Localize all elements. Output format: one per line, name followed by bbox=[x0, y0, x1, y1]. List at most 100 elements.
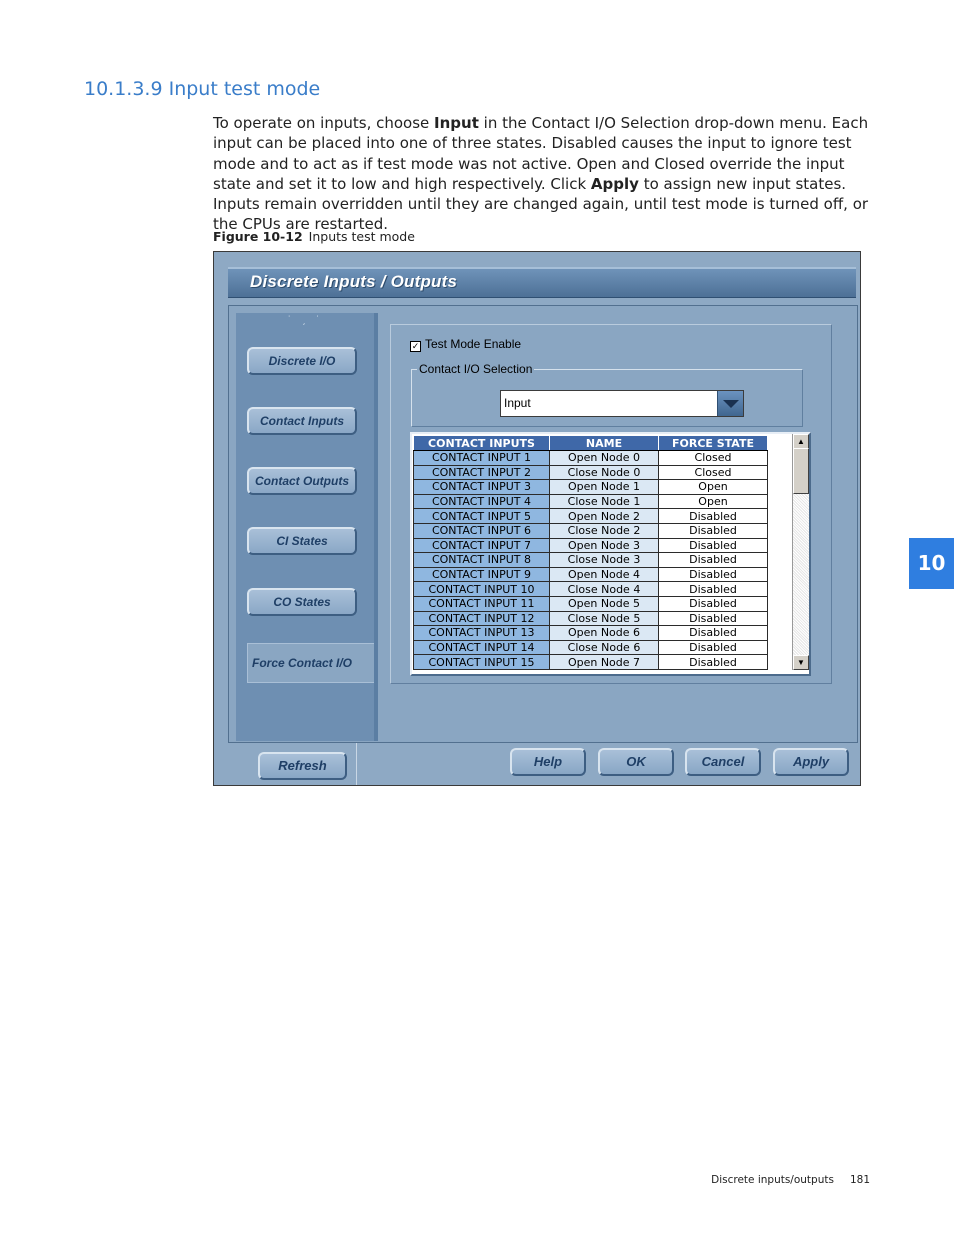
force-state-cell[interactable]: Disabled bbox=[658, 522, 768, 539]
body-paragraph: To operate on inputs, choose Input in th… bbox=[213, 113, 873, 235]
refresh-button[interactable]: Refresh bbox=[258, 752, 347, 780]
table-row[interactable]: CONTACT INPUT 8 Close Node 3 Disabled bbox=[413, 552, 768, 568]
figure-caption: Figure 10-12 Inputs test mode bbox=[213, 229, 415, 244]
nav-contact-inputs-button[interactable]: Contact Inputs bbox=[247, 407, 357, 435]
table-row[interactable]: CONTACT INPUT 13 Open Node 6 Disabled bbox=[413, 625, 768, 641]
apply-button[interactable]: Apply bbox=[773, 748, 849, 776]
force-state-grid: CONTACT INPUTS NAME FORCE STATE CONTACT … bbox=[410, 432, 811, 676]
force-state-cell[interactable]: Disabled bbox=[658, 566, 768, 583]
force-io-content: ✓ Test Mode Enable Contact I/O Selection … bbox=[390, 324, 832, 684]
contact-io-selection-group: Contact I/O Selection Input bbox=[411, 362, 803, 427]
table-row[interactable]: CONTACT INPUT 7 Open Node 3 Disabled bbox=[413, 537, 768, 554]
contact-input-cell[interactable]: CONTACT INPUT 11 bbox=[413, 595, 550, 612]
force-state-cell[interactable]: Closed bbox=[658, 464, 768, 481]
force-state-cell[interactable]: Disabled bbox=[658, 508, 768, 524]
table-row[interactable]: CONTACT INPUT 9 Open Node 4 Disabled bbox=[413, 566, 768, 583]
contact-io-selection-label: Contact I/O Selection bbox=[417, 362, 535, 376]
window-title: Discrete Inputs / Outputs bbox=[250, 272, 458, 291]
table-row[interactable]: CONTACT INPUT 3 Open Node 1 Open bbox=[413, 479, 768, 495]
table-header-row: CONTACT INPUTS NAME FORCE STATE bbox=[413, 435, 768, 451]
table-row[interactable]: CONTACT INPUT 6 Close Node 2 Disabled bbox=[413, 522, 768, 539]
table-row[interactable]: CONTACT INPUT 15 Open Node 7 Disabled bbox=[413, 654, 768, 670]
column-header-force-state: FORCE STATE bbox=[658, 435, 768, 451]
table-row[interactable]: CONTACT INPUT 14 Close Node 6 Disabled bbox=[413, 639, 768, 656]
contact-input-cell[interactable]: CONTACT INPUT 7 bbox=[413, 537, 550, 554]
name-cell[interactable]: Open Node 7 bbox=[549, 654, 659, 670]
name-cell[interactable]: Open Node 3 bbox=[549, 537, 659, 554]
contact-input-cell[interactable]: CONTACT INPUT 12 bbox=[413, 610, 550, 627]
table-row[interactable]: CONTACT INPUT 10 Close Node 4 Disabled bbox=[413, 581, 768, 597]
table-row[interactable]: CONTACT INPUT 12 Close Node 5 Disabled bbox=[413, 610, 768, 627]
contact-input-cell[interactable]: CONTACT INPUT 10 bbox=[413, 581, 550, 597]
contact-input-cell[interactable]: CONTACT INPUT 5 bbox=[413, 508, 550, 524]
column-header-contact-inputs: CONTACT INPUTS bbox=[413, 435, 550, 451]
table-row[interactable]: CONTACT INPUT 2 Close Node 0 Closed bbox=[413, 464, 768, 481]
chevron-down-icon[interactable] bbox=[717, 391, 743, 416]
force-state-cell[interactable]: Disabled bbox=[658, 610, 768, 627]
nav-contact-outputs-button[interactable]: Contact Outputs bbox=[247, 467, 357, 495]
force-state-cell[interactable]: Open bbox=[658, 479, 768, 495]
force-state-cell[interactable]: Disabled bbox=[658, 639, 768, 656]
force-state-cell[interactable]: Closed bbox=[658, 450, 768, 466]
force-state-cell[interactable]: Disabled bbox=[658, 625, 768, 641]
screenshot-window: Discrete Inputs / Outputs ˙ ˏ ˙ Discrete… bbox=[213, 251, 861, 786]
contact-input-cell[interactable]: CONTACT INPUT 1 bbox=[413, 450, 550, 466]
table-row[interactable]: CONTACT INPUT 5 Open Node 2 Disabled bbox=[413, 508, 768, 524]
name-cell[interactable]: Close Node 2 bbox=[549, 522, 659, 539]
footer-section: Discrete inputs/outputs bbox=[711, 1174, 834, 1186]
ok-button[interactable]: OK bbox=[598, 748, 674, 776]
paragraph-bold-input: Input bbox=[434, 114, 479, 132]
nav-ci-states-button[interactable]: CI States bbox=[247, 527, 357, 555]
paragraph-text: To operate on inputs, choose bbox=[213, 114, 435, 132]
section-heading: 10.1.3.9 Input test mode bbox=[84, 78, 321, 100]
force-state-cell[interactable]: Disabled bbox=[658, 654, 768, 670]
contact-input-cell[interactable]: CONTACT INPUT 3 bbox=[413, 479, 550, 495]
grip-icon: ˙ ˏ ˙ bbox=[288, 315, 324, 326]
force-state-cell[interactable]: Disabled bbox=[658, 581, 768, 597]
name-cell[interactable]: Open Node 4 bbox=[549, 566, 659, 583]
name-cell[interactable]: Close Node 0 bbox=[549, 464, 659, 481]
name-cell[interactable]: Close Node 6 bbox=[549, 639, 659, 656]
table-row[interactable]: CONTACT INPUT 11 Open Node 5 Disabled bbox=[413, 595, 768, 612]
force-state-cell[interactable]: Disabled bbox=[658, 595, 768, 612]
name-cell[interactable]: Open Node 5 bbox=[549, 595, 659, 612]
name-cell[interactable]: Open Node 1 bbox=[549, 479, 659, 495]
test-mode-checkbox[interactable]: ✓ bbox=[410, 341, 421, 352]
name-cell[interactable]: Close Node 5 bbox=[549, 610, 659, 627]
contact-input-cell[interactable]: CONTACT INPUT 2 bbox=[413, 464, 550, 481]
force-state-cell[interactable]: Open bbox=[658, 493, 768, 510]
force-state-cell[interactable]: Disabled bbox=[658, 552, 768, 568]
name-cell[interactable]: Close Node 1 bbox=[549, 493, 659, 510]
contact-input-cell[interactable]: CONTACT INPUT 9 bbox=[413, 566, 550, 583]
bottom-divider bbox=[356, 743, 357, 785]
page-footer: Discrete inputs/outputs 181 bbox=[711, 1174, 870, 1186]
contact-input-cell[interactable]: CONTACT INPUT 15 bbox=[413, 654, 550, 670]
help-button[interactable]: Help bbox=[510, 748, 586, 776]
nav-discrete-io-button[interactable]: Discrete I/O bbox=[247, 347, 357, 375]
contact-input-cell[interactable]: CONTACT INPUT 13 bbox=[413, 625, 550, 641]
name-cell[interactable]: Open Node 2 bbox=[549, 508, 659, 524]
dropdown-value: Input bbox=[504, 396, 531, 410]
name-cell[interactable]: Close Node 4 bbox=[549, 581, 659, 597]
table-row[interactable]: CONTACT INPUT 1 Open Node 0 Closed bbox=[413, 450, 768, 466]
contact-input-cell[interactable]: CONTACT INPUT 6 bbox=[413, 522, 550, 539]
name-cell[interactable]: Close Node 3 bbox=[549, 552, 659, 568]
table-row[interactable]: CONTACT INPUT 4 Close Node 1 Open bbox=[413, 493, 768, 510]
scrollbar-thumb[interactable] bbox=[793, 448, 809, 494]
contact-io-selection-dropdown[interactable]: Input bbox=[500, 390, 744, 417]
column-header-name: NAME bbox=[549, 435, 659, 451]
paragraph-bold-apply: Apply bbox=[590, 174, 639, 193]
scroll-up-icon[interactable]: ▲ bbox=[793, 434, 809, 449]
nav-co-states-button[interactable]: CO States bbox=[247, 588, 357, 616]
contact-input-cell[interactable]: CONTACT INPUT 4 bbox=[413, 493, 550, 510]
vertical-scrollbar[interactable]: ▲ ▼ bbox=[792, 434, 809, 670]
name-cell[interactable]: Open Node 6 bbox=[549, 625, 659, 641]
contact-input-cell[interactable]: CONTACT INPUT 14 bbox=[413, 639, 550, 656]
contact-input-cell[interactable]: CONTACT INPUT 8 bbox=[413, 552, 550, 568]
force-state-cell[interactable]: Disabled bbox=[658, 537, 768, 554]
scroll-down-icon[interactable]: ▼ bbox=[793, 655, 809, 670]
name-cell[interactable]: Open Node 0 bbox=[549, 450, 659, 466]
test-mode-row[interactable]: ✓ Test Mode Enable bbox=[410, 337, 521, 352]
nav-force-contact-io-tab[interactable]: Force Contact I/O bbox=[247, 643, 374, 683]
cancel-button[interactable]: Cancel bbox=[685, 748, 761, 776]
